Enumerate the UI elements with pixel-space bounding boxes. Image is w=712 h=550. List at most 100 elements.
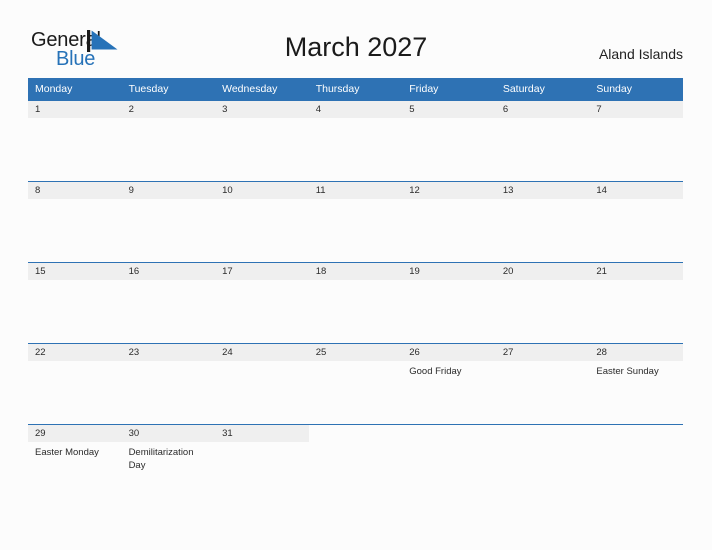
day-cell[interactable]: 26 Good Friday	[402, 343, 496, 425]
day-cell[interactable]: 30 Demilitarization Day	[121, 424, 216, 520]
day-cell[interactable]: 4	[308, 100, 403, 182]
day-number: 31	[215, 425, 309, 442]
day-event	[215, 361, 309, 365]
weekday-header-row: Monday Tuesday Wednesday Thursday Friday…	[28, 78, 683, 101]
day-cell[interactable]	[495, 424, 590, 520]
calendar-weeks: 1 2 3 4 5 6 7 8 9 10 11 12 13 14 15 16 1…	[28, 100, 683, 520]
day-number: 20	[495, 263, 590, 280]
day-event	[28, 280, 122, 284]
day-cell[interactable]: 28 Easter Sunday	[589, 343, 683, 425]
day-event	[215, 118, 309, 122]
month-calendar-table: Monday Tuesday Wednesday Thursday Friday…	[28, 78, 683, 520]
weekday-header-thursday: Thursday	[308, 78, 403, 101]
day-cell[interactable]: 25	[308, 343, 403, 425]
day-number: 26	[402, 344, 496, 361]
day-number: 8	[28, 182, 122, 199]
day-number: 3	[215, 101, 309, 118]
day-cell[interactable]: 2	[121, 100, 216, 182]
day-cell[interactable]: 23	[121, 343, 216, 425]
day-cell[interactable]: 16	[121, 262, 216, 344]
day-cell[interactable]: 24	[215, 343, 309, 425]
day-cell[interactable]: 1	[28, 100, 122, 182]
day-event	[402, 118, 496, 122]
day-event	[496, 199, 590, 203]
day-number: 29	[28, 425, 122, 442]
day-number: 27	[495, 344, 590, 361]
day-cell[interactable]: 11	[308, 181, 403, 263]
day-cell[interactable]: 20	[495, 262, 590, 344]
day-event	[496, 361, 590, 365]
day-event	[402, 280, 496, 284]
day-event	[215, 442, 309, 446]
day-cell[interactable]: 19	[402, 262, 496, 344]
day-cell[interactable]	[589, 424, 683, 520]
day-event	[28, 199, 122, 203]
day-cell[interactable]: 8	[28, 181, 122, 263]
day-number: 16	[121, 263, 216, 280]
day-cell[interactable]: 9	[121, 181, 216, 263]
day-number: 15	[28, 263, 122, 280]
day-number: 4	[308, 101, 403, 118]
day-event	[589, 118, 683, 122]
day-number: 6	[495, 101, 590, 118]
day-event	[309, 118, 403, 122]
day-event	[28, 118, 122, 122]
day-cell[interactable]: 6	[495, 100, 590, 182]
day-cell[interactable]: 12	[402, 181, 496, 263]
day-number	[308, 425, 403, 442]
day-event	[309, 442, 403, 446]
day-cell[interactable]: 5	[402, 100, 496, 182]
day-cell[interactable]: 10	[215, 181, 309, 263]
week-row: 29 Easter Monday 30 Demilitarization Day 3…	[28, 424, 683, 520]
day-cell[interactable]	[308, 424, 403, 520]
day-number: 25	[308, 344, 403, 361]
weekday-header-wednesday: Wednesday	[215, 78, 309, 101]
day-number: 22	[28, 344, 122, 361]
day-number: 10	[215, 182, 309, 199]
day-number: 21	[589, 263, 683, 280]
day-event	[496, 118, 590, 122]
day-cell[interactable]: 13	[495, 181, 590, 263]
day-cell[interactable]: 15	[28, 262, 122, 344]
day-cell[interactable]	[402, 424, 496, 520]
day-number: 23	[121, 344, 216, 361]
day-number: 13	[495, 182, 590, 199]
day-cell[interactable]: 14	[589, 181, 683, 263]
day-event	[122, 361, 216, 365]
day-event	[402, 199, 496, 203]
day-event	[589, 280, 683, 284]
day-number: 17	[215, 263, 309, 280]
day-cell[interactable]: 31	[215, 424, 309, 520]
day-event	[122, 280, 216, 284]
day-number: 19	[402, 263, 496, 280]
day-event	[589, 442, 683, 446]
day-event: Demilitarization Day	[128, 447, 194, 471]
day-number	[402, 425, 496, 442]
day-cell[interactable]: 21	[589, 262, 683, 344]
day-number: 28	[589, 344, 683, 361]
week-row: 22 23 24 25 26 Good Friday 27 28 Easter Su…	[28, 343, 683, 425]
region-label: Aland Islands	[598, 46, 683, 62]
day-event	[122, 118, 216, 122]
week-row: 15 16 17 18 19 20 21	[28, 262, 683, 344]
day-event	[496, 442, 590, 446]
day-cell[interactable]: 18	[308, 262, 403, 344]
weekday-header-monday: Monday	[28, 78, 122, 101]
day-cell[interactable]: 29 Easter Monday	[28, 424, 122, 520]
weekday-header-saturday: Saturday	[495, 78, 590, 101]
day-cell[interactable]: 3	[215, 100, 309, 182]
day-number: 14	[589, 182, 683, 199]
day-cell[interactable]: 7	[589, 100, 683, 182]
day-event	[402, 442, 496, 446]
day-cell[interactable]: 27	[495, 343, 590, 425]
day-number: 18	[308, 263, 403, 280]
day-cell[interactable]: 22	[28, 343, 122, 425]
day-number: 30	[121, 425, 216, 442]
day-number: 1	[28, 101, 122, 118]
day-event	[589, 199, 683, 203]
day-event	[122, 199, 216, 203]
day-number	[589, 425, 683, 442]
day-event	[28, 361, 122, 365]
day-number: 7	[589, 101, 683, 118]
day-cell[interactable]: 17	[215, 262, 309, 344]
